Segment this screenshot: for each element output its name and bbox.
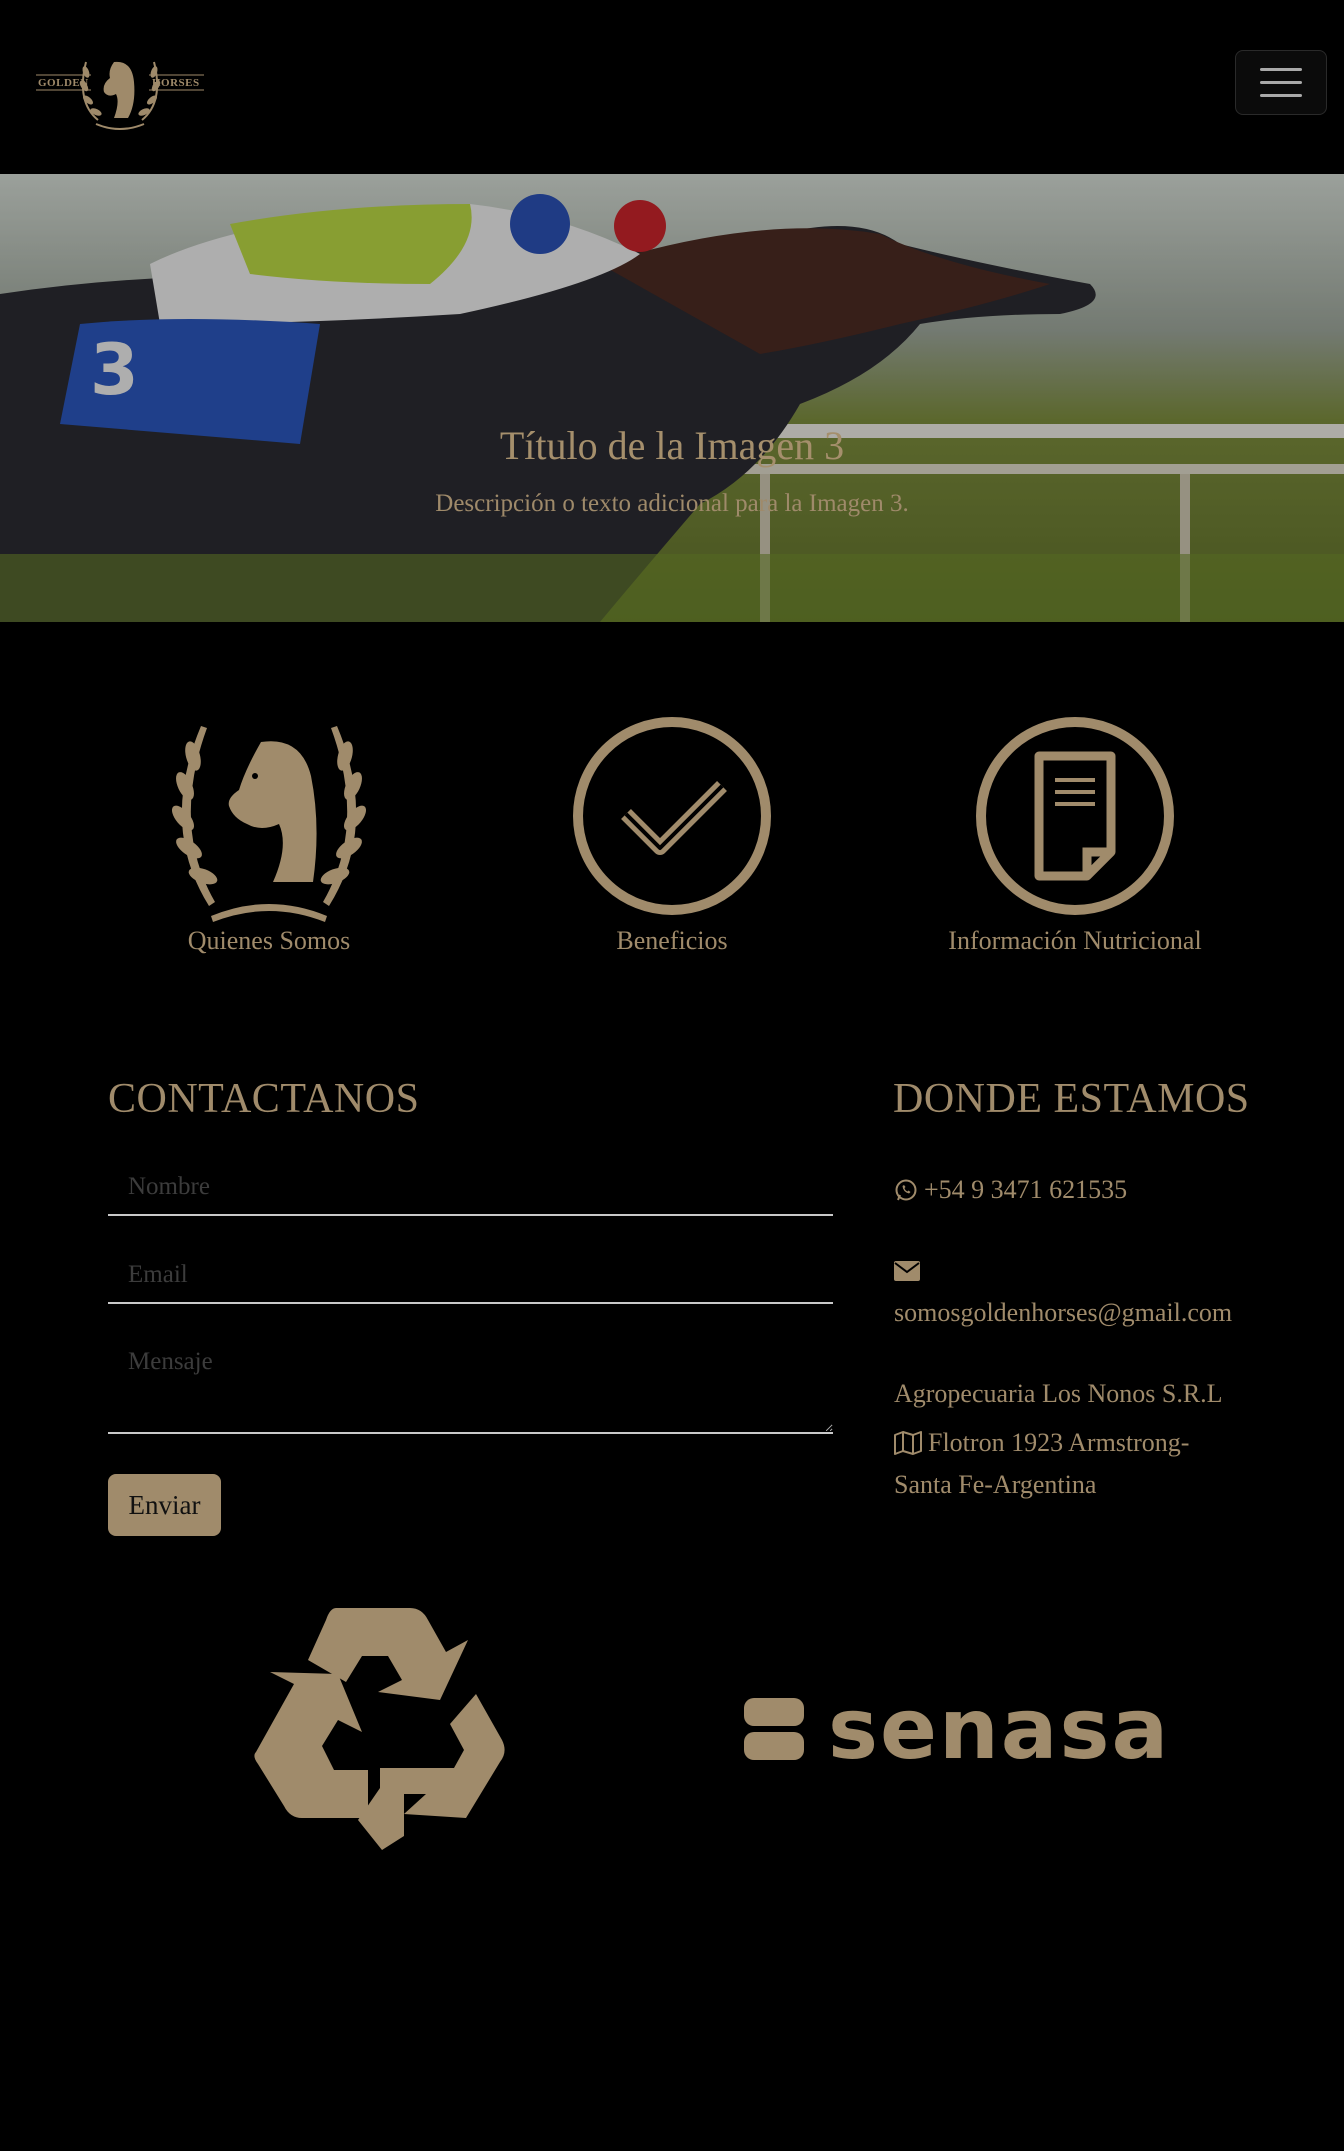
checkmark-circle-icon xyxy=(573,717,771,915)
hero-carousel[interactable]: 3 Título de la Imagen 3 Descripción o te… xyxy=(0,174,1344,622)
hero-title: Título de la Imagen 3 xyxy=(499,423,845,468)
site-header: GOLDEN HORSES xyxy=(0,0,1344,174)
address-street: Flotron 1923 Armstrong- xyxy=(928,1428,1190,1457)
feature-label: Quienes Somos xyxy=(187,926,351,955)
address-line-2: Santa Fe-Argentina xyxy=(894,1470,1097,1499)
address-line-1: Flotron 1923 Armstrong- xyxy=(894,1422,1189,1468)
hero-description: Descripción o texto adicional para la Im… xyxy=(435,490,909,517)
logo-text-golden: GOLDEN xyxy=(38,77,89,89)
email-field[interactable] xyxy=(108,1248,833,1304)
envelope-icon xyxy=(894,1258,920,1287)
senasa-text: senasa xyxy=(828,1690,1170,1770)
hamburger-icon xyxy=(1260,68,1302,71)
email-address[interactable]: somosgoldenhorses@gmail.com xyxy=(894,1292,1232,1334)
feature-beneficios[interactable]: Beneficios xyxy=(512,706,832,956)
golden-horses-logo[interactable]: GOLDEN HORSES xyxy=(36,42,204,132)
name-field[interactable] xyxy=(108,1160,833,1216)
feature-informacion-nutricional[interactable]: Información Nutricional xyxy=(915,706,1235,956)
recycle-icon xyxy=(254,1608,505,1850)
phone-contact[interactable]: +54 9 3471 621535 xyxy=(894,1169,1127,1215)
location-title: DONDE ESTAMOS xyxy=(893,1076,1250,1122)
document-circle-icon xyxy=(976,717,1174,915)
feature-label: Información Nutricional xyxy=(948,926,1202,955)
map-icon xyxy=(894,1426,922,1468)
phone-number: +54 9 3471 621535 xyxy=(924,1175,1128,1204)
send-button[interactable]: Enviar xyxy=(108,1474,221,1536)
feature-quienes-somos[interactable]: Quienes Somos xyxy=(109,706,429,956)
logo-text-horses: HORSES xyxy=(152,77,200,89)
senasa-logo: senasa xyxy=(744,1690,1170,1770)
feature-label: Beneficios xyxy=(616,926,728,955)
email-icon-line xyxy=(894,1252,920,1294)
company-name: Agropecuaria Los Nonos S.R.L xyxy=(894,1379,1223,1408)
menu-toggle-button[interactable] xyxy=(1235,50,1327,115)
contact-title: CONTACTANOS xyxy=(108,1076,420,1122)
message-field[interactable] xyxy=(108,1336,833,1434)
horse-laurel-icon xyxy=(171,726,367,922)
whatsapp-icon xyxy=(894,1173,918,1215)
